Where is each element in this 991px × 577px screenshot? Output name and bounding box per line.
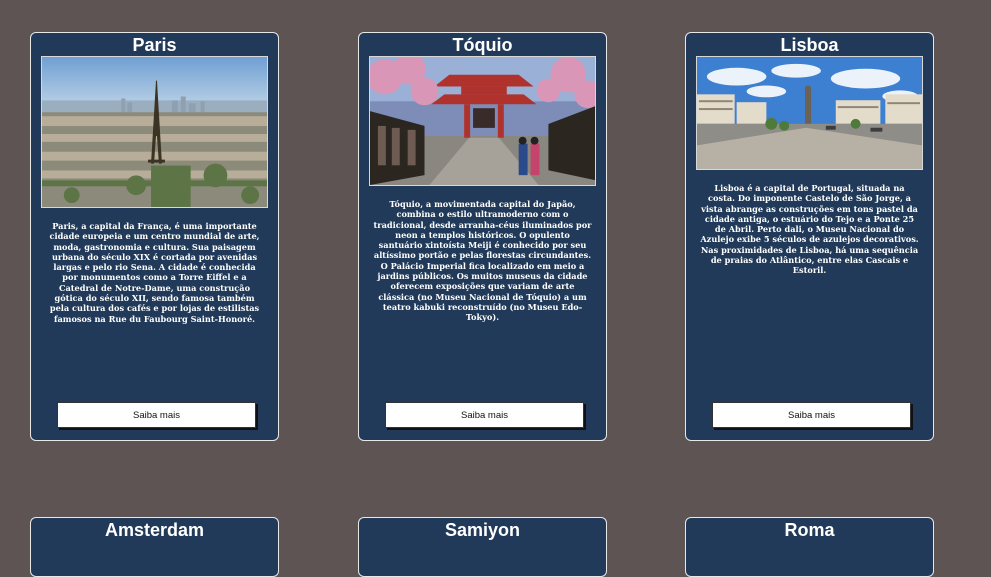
- card-title: Amsterdam: [104, 520, 205, 540]
- saiba-mais-button[interactable]: Saiba mais: [57, 402, 256, 428]
- card-roma: Roma: [685, 517, 934, 577]
- card-description: Tóquio, a movimentada capital do Japão, …: [373, 199, 592, 323]
- card-paris: Paris Paris, a capital da França, é uma …: [30, 32, 279, 441]
- card-description: Paris, a capital da França, é uma import…: [49, 221, 260, 324]
- paris-image: [41, 56, 268, 208]
- card-description: Lisboa é a capital de Portugal, situada …: [700, 183, 919, 276]
- saiba-mais-button[interactable]: Saiba mais: [385, 402, 584, 428]
- saiba-mais-button[interactable]: Saiba mais: [712, 402, 911, 428]
- card-samiyon: Samiyon: [358, 517, 607, 577]
- toquio-image: [369, 56, 596, 186]
- card-amsterdam: Amsterdam: [30, 517, 279, 577]
- card-lisboa: Lisboa Lisboa é a capital de Portugal, s…: [685, 32, 934, 441]
- card-title: Paris: [132, 35, 177, 55]
- lisboa-image: [696, 56, 923, 170]
- card-title: Tóquio: [452, 35, 513, 55]
- card-title: Lisboa: [780, 35, 839, 55]
- card-title: Roma: [784, 520, 835, 540]
- card-toquio: Tóquio Tóquio, a movimentada capital do …: [358, 32, 607, 441]
- card-title: Samiyon: [444, 520, 521, 540]
